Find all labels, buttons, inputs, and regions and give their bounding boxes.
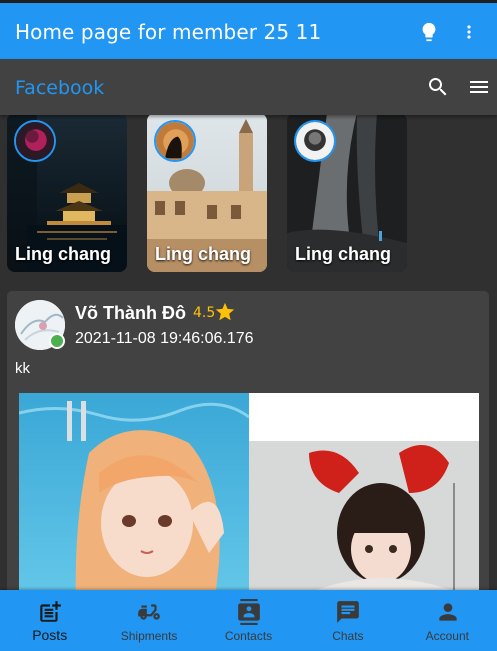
rating-value: 4.5 [193, 305, 216, 321]
menu-icon[interactable] [466, 75, 492, 99]
lightbulb-icon[interactable] [418, 20, 440, 44]
story-name: Ling chang [295, 244, 391, 264]
bottom-navigation: Posts Shipments Contacts Chats Account [0, 590, 497, 651]
nav-shipments[interactable]: Shipments [99, 590, 198, 651]
nav-label: Account [425, 629, 469, 643]
story-card[interactable]: Ling chang [7, 113, 127, 272]
nav-contacts[interactable]: Contacts [199, 590, 298, 651]
author-name[interactable]: Võ Thành Đô [75, 301, 186, 325]
facebook-title: Facebook [15, 77, 105, 99]
chat-icon [337, 601, 360, 623]
delivery-scooter-icon [138, 604, 161, 620]
nav-account[interactable]: Account [398, 590, 497, 651]
story-avatar [14, 120, 56, 162]
nav-posts[interactable]: Posts [0, 590, 99, 651]
story-avatar [154, 120, 196, 162]
app-screen: Home page for member 25 11 Facebook Ling… [0, 0, 497, 651]
story-name: Ling chang [155, 244, 251, 264]
person-icon [438, 603, 457, 621]
story-card[interactable]: Ling chang [147, 113, 267, 272]
app-bar-title: Home page for member 25 11 [15, 20, 322, 44]
nav-label: Chats [332, 629, 364, 643]
story-name: Ling chang [15, 244, 111, 264]
nav-label: Posts [32, 627, 68, 643]
story-avatar [294, 120, 336, 162]
search-icon[interactable] [426, 75, 450, 99]
post-date: 2021-11-08 19:46:06.176 [75, 330, 254, 347]
facebook-bar: Facebook [0, 59, 497, 115]
contacts-icon [237, 599, 260, 625]
stories-strip[interactable]: Ling chang Ling chang Ling chang [0, 113, 497, 275]
star-icon [214, 301, 236, 323]
more-vert-icon[interactable] [459, 20, 479, 44]
online-indicator [49, 333, 65, 349]
post-add-icon [40, 601, 61, 622]
post-text: kk [15, 360, 30, 377]
nav-chats[interactable]: Chats [298, 590, 397, 651]
story-card[interactable]: Ling chang [287, 113, 407, 272]
nav-label: Shipments [120, 629, 178, 643]
app-bar: Home page for member 25 11 [0, 3, 497, 59]
nav-label: Contacts [224, 629, 273, 643]
